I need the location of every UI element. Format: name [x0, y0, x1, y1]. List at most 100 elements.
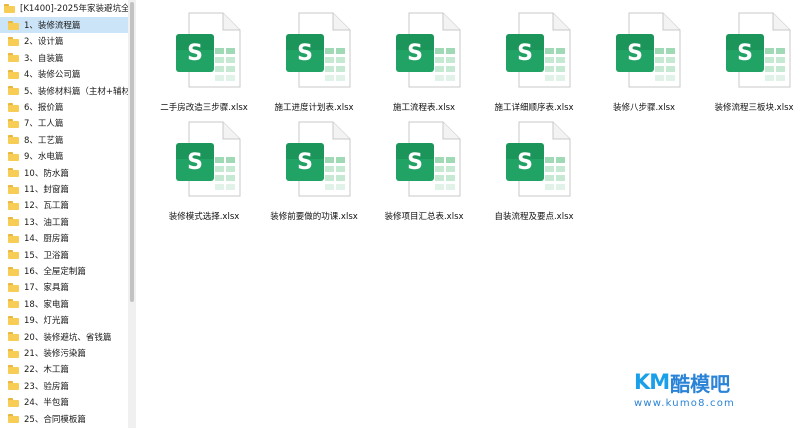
sidebar-folder-label: 5、装修材料篇（主材+辅材	[24, 86, 128, 97]
sidebar-folder-item[interactable]: 9、水电篇	[0, 148, 128, 164]
spreadsheet-icon: S	[176, 12, 241, 88]
folder-icon	[8, 332, 19, 342]
tree-root-folder[interactable]: [K1400]-2025年家装避坑全流	[0, 0, 128, 16]
spreadsheet-icon: S	[506, 12, 571, 88]
sidebar-folder-label: 24、半包篇	[24, 398, 69, 409]
spreadsheet-icon: S	[286, 121, 351, 197]
file-item[interactable]: S 二手房改造三步骤.xlsx	[149, 8, 259, 118]
sidebar-folder-item[interactable]: 2、设计篇	[0, 33, 128, 49]
xlsx-file-icon: S	[725, 12, 791, 88]
sidebar-folder-label: 20、装修避坑、省钱篇	[24, 332, 112, 343]
file-name: 施工流程表.xlsx	[392, 103, 456, 113]
folder-icon	[8, 53, 19, 63]
sidebar-folder-label: 21、装修污染篇	[24, 349, 86, 359]
sidebar-folder-label: 23、验房篇	[24, 381, 69, 392]
file-item[interactable]: S 装修模式选择.xlsx	[149, 117, 259, 227]
sidebar-folder-item[interactable]: 6、报价篇	[0, 99, 128, 115]
sidebar-folder-item[interactable]: 1、装修流程篇	[0, 17, 128, 33]
xlsx-file-icon: S	[395, 121, 461, 197]
sidebar-folder-label: 8、工艺篇	[24, 135, 64, 146]
sidebar-folder-item[interactable]: 24、半包篇	[0, 394, 128, 410]
file-name: 施工详细顺序表.xlsx	[494, 103, 574, 113]
file-item[interactable]: S 施工进度计划表.xlsx	[259, 8, 369, 118]
xlsx-file-icon: S	[285, 12, 351, 88]
folder-icon	[8, 315, 19, 325]
sidebar-folder-item[interactable]: 25、合同模板篇	[0, 411, 128, 427]
sidebar-folder-item[interactable]: 5、装修材料篇（主材+辅材	[0, 83, 128, 99]
sidebar-folder-item[interactable]: 13、油工篇	[0, 214, 128, 230]
folder-icon	[8, 20, 19, 30]
sidebar-folder-item[interactable]: 10、防水篇	[0, 165, 128, 181]
file-name: 装修项目汇总表.xlsx	[384, 212, 464, 222]
file-item[interactable]: S 自装流程及要点.xlsx	[479, 117, 589, 227]
sidebar-folder-label: 2、设计篇	[24, 37, 64, 48]
file-item[interactable]: S 装修八步骤.xlsx	[589, 8, 699, 118]
xlsx-file-icon: S	[175, 12, 241, 88]
file-name: 装修模式选择.xlsx	[168, 212, 240, 222]
watermark-logo: KM 酷模吧	[634, 370, 744, 396]
spreadsheet-icon: S	[616, 12, 681, 88]
sidebar-folder-label: 10、防水篇	[24, 168, 69, 179]
sidebar-folder-item[interactable]: 11、封窗篇	[0, 181, 128, 197]
xlsx-file-icon: S	[395, 12, 461, 88]
sidebar-folder-item[interactable]: 14、厨房篇	[0, 230, 128, 246]
file-item[interactable]: S 装修前要做的功课.xlsx	[259, 117, 369, 227]
folder-icon	[8, 364, 19, 374]
svg-text:S: S	[407, 150, 423, 175]
sidebar-folder-item[interactable]: 7、工人篇	[0, 115, 128, 131]
tree-root-label: [K1400]-2025年家装避坑全流	[20, 4, 128, 14]
svg-text:S: S	[627, 41, 643, 66]
svg-text:S: S	[517, 150, 533, 175]
folder-icon	[8, 184, 19, 194]
spreadsheet-icon: S	[286, 12, 351, 88]
folder-icon	[8, 200, 19, 210]
sidebar-folder-item[interactable]: 17、家具篇	[0, 279, 128, 295]
file-item[interactable]: S 装修项目汇总表.xlsx	[369, 117, 479, 227]
xlsx-file-icon: S	[505, 12, 571, 88]
sidebar-folder-item[interactable]: 23、验房篇	[0, 378, 128, 394]
spreadsheet-icon: S	[396, 121, 461, 197]
sidebar-folder-item[interactable]: 15、卫浴篇	[0, 247, 128, 263]
sidebar-folder-label: 7、工人篇	[24, 119, 64, 130]
folder-icon	[8, 266, 19, 276]
folder-icon	[8, 381, 19, 391]
sidebar-folder-item[interactable]: 18、家电篇	[0, 296, 128, 312]
sidebar-folder-item[interactable]: 22、木工篇	[0, 361, 128, 377]
sidebar-folder-item[interactable]: 16、全屋定制篇	[0, 263, 128, 279]
watermark-url: www.kumo8.com	[634, 398, 735, 409]
sidebar-folder-label: 4、装修公司篇	[24, 70, 81, 81]
spreadsheet-icon: S	[506, 121, 571, 197]
xlsx-file-icon: S	[285, 121, 351, 197]
xlsx-file-icon: S	[505, 121, 571, 197]
file-name: 装修前要做的功课.xlsx	[270, 212, 358, 222]
sidebar-folder-item[interactable]: 20、装修避坑、省钱篇	[0, 329, 128, 345]
file-item[interactable]: S 施工详细顺序表.xlsx	[479, 8, 589, 118]
watermark-brand-latin: KM	[634, 370, 670, 394]
sidebar-folder-label: 18、家电篇	[24, 299, 69, 310]
sidebar-folder-item[interactable]: 4、装修公司篇	[0, 66, 128, 82]
folder-icon	[8, 250, 19, 260]
sidebar-folder-label: 11、封窗篇	[24, 185, 69, 195]
sidebar-folder-label: 6、报价篇	[24, 103, 64, 113]
svg-text:S: S	[517, 41, 533, 66]
file-name: 施工进度计划表.xlsx	[274, 103, 354, 113]
sidebar-folder-item[interactable]: 3、自装篇	[0, 50, 128, 66]
xlsx-file-icon: S	[615, 12, 681, 88]
folder-icon	[8, 36, 19, 46]
sidebar-scroll-thumb[interactable]	[130, 2, 134, 302]
sidebar-folder-item[interactable]: 8、工艺篇	[0, 132, 128, 148]
sidebar-folder-item[interactable]: 12、瓦工篇	[0, 197, 128, 213]
folder-icon	[8, 397, 19, 407]
sidebar-folder-label: 12、瓦工篇	[24, 201, 69, 212]
file-name: 自装流程及要点.xlsx	[494, 212, 574, 222]
folder-icon	[8, 282, 19, 292]
folder-icon	[8, 414, 19, 424]
folder-icon	[8, 135, 19, 145]
sidebar-folder-item[interactable]: 21、装修污染篇	[0, 345, 128, 361]
spreadsheet-icon: S	[176, 121, 241, 197]
folder-icon	[8, 86, 19, 96]
sidebar-folder-item[interactable]: 19、灯光篇	[0, 312, 128, 328]
file-item[interactable]: S 装修流程三板块.xlsx	[699, 8, 800, 118]
file-item[interactable]: S 施工流程表.xlsx	[369, 8, 479, 118]
file-name: 装修流程三板块.xlsx	[714, 103, 794, 113]
